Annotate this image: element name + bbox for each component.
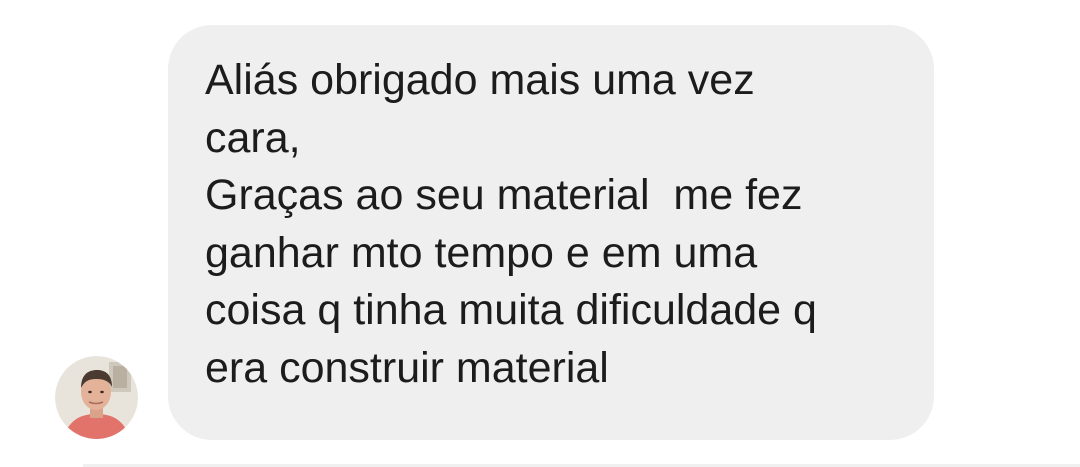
message-bubble[interactable]: Aliás obrigado mais uma vez cara, Graças… bbox=[168, 25, 934, 440]
avatar-photo-icon bbox=[55, 356, 138, 439]
sender-avatar[interactable] bbox=[55, 356, 138, 439]
message-text: Aliás obrigado mais uma vez cara, Graças… bbox=[205, 56, 817, 392]
chat-thread: Aliás obrigado mais uma vez cara, Graças… bbox=[0, 0, 1080, 467]
